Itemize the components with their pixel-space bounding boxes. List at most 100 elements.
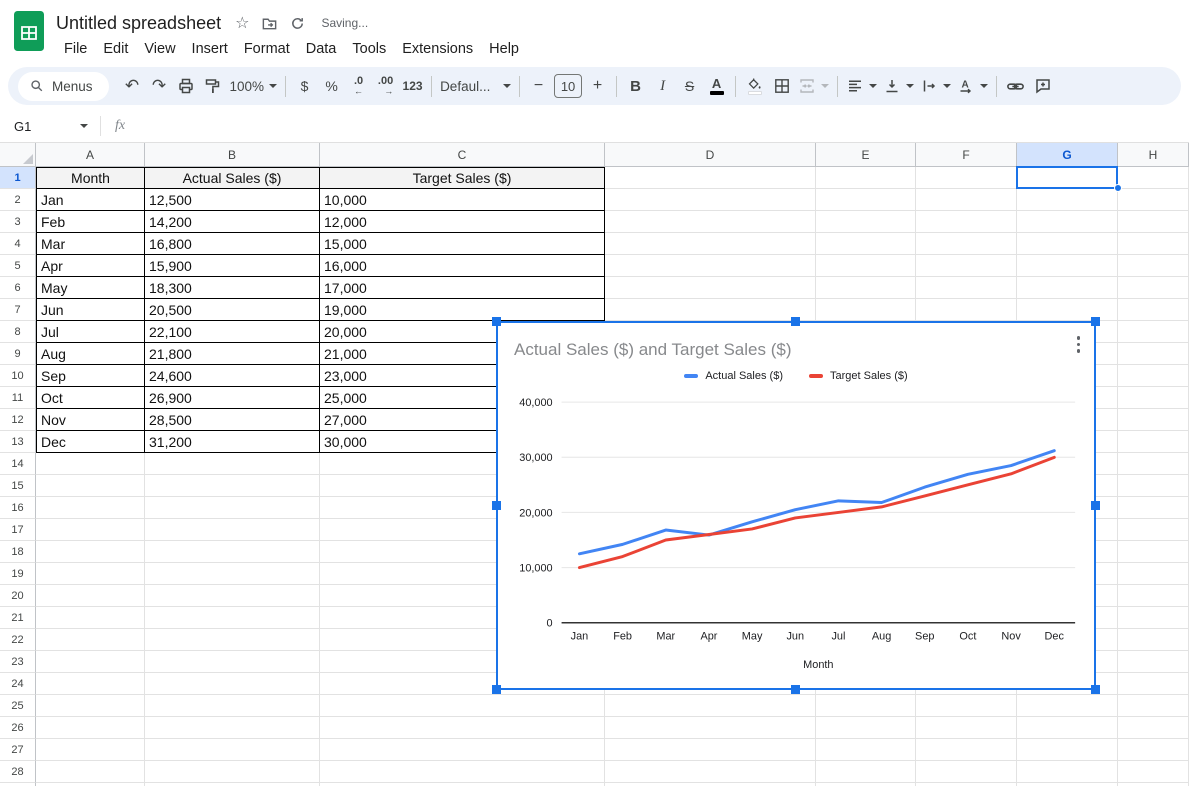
cell-D25[interactable] bbox=[605, 695, 816, 717]
cell-A19[interactable] bbox=[36, 563, 145, 585]
decrease-decimal-button[interactable]: .0← bbox=[345, 72, 372, 100]
menu-edit[interactable]: Edit bbox=[95, 39, 136, 59]
cell-B2[interactable]: 12,500 bbox=[145, 189, 320, 211]
cell-B8[interactable]: 22,100 bbox=[145, 321, 320, 343]
more-formats-button[interactable]: 123 bbox=[399, 72, 426, 100]
cell-B11[interactable]: 26,900 bbox=[145, 387, 320, 409]
cell-G7[interactable] bbox=[1017, 299, 1118, 321]
chart-resize-handle-bottom[interactable] bbox=[791, 685, 800, 694]
print-button[interactable] bbox=[173, 72, 200, 100]
row-header-26[interactable]: 26 bbox=[0, 717, 36, 739]
cell-C3[interactable]: 12,000 bbox=[320, 211, 605, 233]
cell-C27[interactable] bbox=[320, 739, 605, 761]
cell-F1[interactable] bbox=[916, 167, 1017, 189]
cell-H5[interactable] bbox=[1118, 255, 1189, 277]
cell-B6[interactable]: 18,300 bbox=[145, 277, 320, 299]
column-header-B[interactable]: B bbox=[145, 143, 320, 167]
cell-E1[interactable] bbox=[816, 167, 916, 189]
cell-E7[interactable] bbox=[816, 299, 916, 321]
insert-comment-button[interactable] bbox=[1029, 72, 1056, 100]
cell-A26[interactable] bbox=[36, 717, 145, 739]
cell-D4[interactable] bbox=[605, 233, 816, 255]
cell-H2[interactable] bbox=[1118, 189, 1189, 211]
cell-H19[interactable] bbox=[1118, 563, 1189, 585]
row-header-28[interactable]: 28 bbox=[0, 761, 36, 783]
cell-A9[interactable]: Aug bbox=[36, 343, 145, 365]
row-header-4[interactable]: 4 bbox=[0, 233, 36, 255]
cell-A28[interactable] bbox=[36, 761, 145, 783]
cell-D3[interactable] bbox=[605, 211, 816, 233]
row-header-9[interactable]: 9 bbox=[0, 343, 36, 365]
cell-H4[interactable] bbox=[1118, 233, 1189, 255]
cell-E5[interactable] bbox=[816, 255, 916, 277]
cell-E3[interactable] bbox=[816, 211, 916, 233]
cell-B12[interactable]: 28,500 bbox=[145, 409, 320, 431]
cell-F27[interactable] bbox=[916, 739, 1017, 761]
cell-H15[interactable] bbox=[1118, 475, 1189, 497]
cell-A15[interactable] bbox=[36, 475, 145, 497]
row-header-23[interactable]: 23 bbox=[0, 651, 36, 673]
row-header-24[interactable]: 24 bbox=[0, 673, 36, 695]
cell-A20[interactable] bbox=[36, 585, 145, 607]
menu-insert[interactable]: Insert bbox=[184, 39, 236, 59]
cell-G6[interactable] bbox=[1017, 277, 1118, 299]
cell-A3[interactable]: Feb bbox=[36, 211, 145, 233]
cell-H14[interactable] bbox=[1118, 453, 1189, 475]
cell-A18[interactable] bbox=[36, 541, 145, 563]
chart-resize-handle-left[interactable] bbox=[492, 501, 501, 510]
horizontal-align-button[interactable] bbox=[843, 72, 880, 100]
cell-B26[interactable] bbox=[145, 717, 320, 739]
row-header-10[interactable]: 10 bbox=[0, 365, 36, 387]
cell-D7[interactable] bbox=[605, 299, 816, 321]
cell-A1[interactable]: Month bbox=[36, 167, 145, 189]
menu-format[interactable]: Format bbox=[236, 39, 298, 59]
strikethrough-button[interactable]: S bbox=[676, 72, 703, 100]
column-header-C[interactable]: C bbox=[320, 143, 605, 167]
cell-A16[interactable] bbox=[36, 497, 145, 519]
cell-A4[interactable]: Mar bbox=[36, 233, 145, 255]
insert-link-button[interactable] bbox=[1002, 72, 1029, 100]
cell-A7[interactable]: Jun bbox=[36, 299, 145, 321]
row-header-18[interactable]: 18 bbox=[0, 541, 36, 563]
cell-H10[interactable] bbox=[1118, 365, 1189, 387]
cell-G2[interactable] bbox=[1017, 189, 1118, 211]
cell-G28[interactable] bbox=[1017, 761, 1118, 783]
cell-B3[interactable]: 14,200 bbox=[145, 211, 320, 233]
row-header-1[interactable]: 1 bbox=[0, 167, 36, 189]
cell-D5[interactable] bbox=[605, 255, 816, 277]
cell-H13[interactable] bbox=[1118, 431, 1189, 453]
menus-search[interactable]: Menus bbox=[18, 72, 109, 101]
chart-resize-handle-top-right[interactable] bbox=[1091, 317, 1100, 326]
cell-H22[interactable] bbox=[1118, 629, 1189, 651]
cell-A8[interactable]: Jul bbox=[36, 321, 145, 343]
redo-button[interactable]: ↷ bbox=[146, 72, 173, 100]
chart-resize-handle-bottom-left[interactable] bbox=[492, 685, 501, 694]
row-header-13[interactable]: 13 bbox=[0, 431, 36, 453]
cell-A10[interactable]: Sep bbox=[36, 365, 145, 387]
star-icon[interactable]: ☆ bbox=[235, 13, 249, 33]
menu-help[interactable]: Help bbox=[481, 39, 527, 59]
cell-H20[interactable] bbox=[1118, 585, 1189, 607]
cell-H26[interactable] bbox=[1118, 717, 1189, 739]
menu-file[interactable]: File bbox=[56, 39, 95, 59]
cell-B5[interactable]: 15,900 bbox=[145, 255, 320, 277]
chart-resize-handle-bottom-right[interactable] bbox=[1091, 685, 1100, 694]
name-box[interactable]: G1 bbox=[0, 119, 100, 134]
fill-handle[interactable] bbox=[1114, 184, 1122, 192]
cell-E2[interactable] bbox=[816, 189, 916, 211]
cell-B20[interactable] bbox=[145, 585, 320, 607]
cell-F25[interactable] bbox=[916, 695, 1017, 717]
cell-F7[interactable] bbox=[916, 299, 1017, 321]
increase-decimal-button[interactable]: .00→ bbox=[372, 72, 399, 100]
row-header-20[interactable]: 20 bbox=[0, 585, 36, 607]
cell-H6[interactable] bbox=[1118, 277, 1189, 299]
select-all-corner[interactable] bbox=[0, 143, 36, 167]
document-title[interactable]: Untitled spreadsheet bbox=[56, 13, 221, 34]
paint-format-button[interactable] bbox=[200, 72, 227, 100]
cell-B15[interactable] bbox=[145, 475, 320, 497]
cell-B27[interactable] bbox=[145, 739, 320, 761]
cell-H8[interactable] bbox=[1118, 321, 1189, 343]
cell-B22[interactable] bbox=[145, 629, 320, 651]
cell-A17[interactable] bbox=[36, 519, 145, 541]
cell-H21[interactable] bbox=[1118, 607, 1189, 629]
